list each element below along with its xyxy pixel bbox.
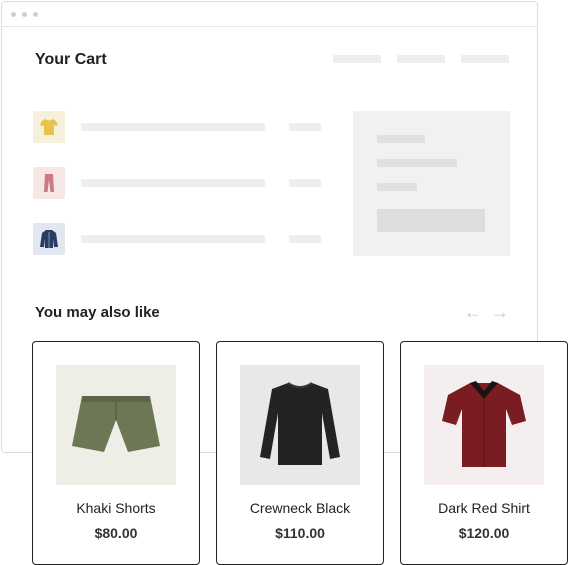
product-name: Khaki Shorts bbox=[76, 500, 156, 516]
product-price: $110.00 bbox=[275, 525, 325, 541]
summary-line-placeholder bbox=[377, 135, 425, 143]
window-dot bbox=[22, 11, 27, 17]
product-image[interactable] bbox=[240, 365, 360, 485]
arrow-right-icon[interactable]: → bbox=[491, 302, 509, 322]
product-image[interactable] bbox=[424, 365, 544, 485]
cart-item-name-placeholder bbox=[81, 235, 265, 243]
cart-item-price-placeholder bbox=[289, 123, 321, 131]
nav-placeholder[interactable] bbox=[333, 55, 381, 63]
product-name: Dark Red Shirt bbox=[438, 500, 530, 516]
summary-line-placeholder bbox=[377, 159, 457, 167]
pink-pants-icon bbox=[44, 174, 54, 192]
window-dot bbox=[11, 11, 16, 17]
product-name: Crewneck Black bbox=[249, 500, 351, 516]
cart-item-thumbnail[interactable] bbox=[33, 223, 65, 255]
cart-item-price-placeholder bbox=[289, 235, 321, 243]
product-card[interactable]: Crewneck Black $110.00 bbox=[216, 341, 384, 565]
nav-placeholder[interactable] bbox=[397, 55, 445, 63]
cart-title: Your Cart bbox=[35, 51, 107, 68]
window-titlebar bbox=[2, 2, 537, 27]
product-image[interactable] bbox=[56, 365, 176, 485]
order-summary bbox=[353, 111, 510, 256]
black-crewneck-icon bbox=[260, 382, 340, 465]
arrow-left-icon[interactable]: ← bbox=[464, 302, 482, 322]
summary-line-placeholder bbox=[377, 183, 417, 191]
cart-item-name-placeholder bbox=[81, 123, 265, 131]
navy-jacket-icon bbox=[40, 230, 58, 248]
cart-item-thumbnail[interactable] bbox=[33, 111, 65, 143]
dark-red-shirt-icon bbox=[442, 381, 526, 467]
product-price: $80.00 bbox=[94, 525, 138, 541]
product-card[interactable]: Dark Red Shirt $120.00 bbox=[400, 341, 568, 565]
checkout-button-placeholder[interactable] bbox=[377, 209, 485, 232]
cart-item-price-placeholder bbox=[289, 179, 321, 187]
cart-item-thumbnail[interactable] bbox=[33, 167, 65, 199]
window-dot bbox=[33, 11, 38, 17]
yellow-tshirt-icon bbox=[40, 119, 58, 135]
recommendations-title: You may also like bbox=[35, 304, 160, 321]
cart-item-name-placeholder bbox=[81, 179, 265, 187]
product-card[interactable]: Khaki Shorts $80.00 bbox=[32, 341, 200, 565]
product-price: $120.00 bbox=[458, 525, 510, 541]
nav-placeholder[interactable] bbox=[461, 55, 509, 63]
khaki-shorts-icon bbox=[72, 396, 160, 452]
